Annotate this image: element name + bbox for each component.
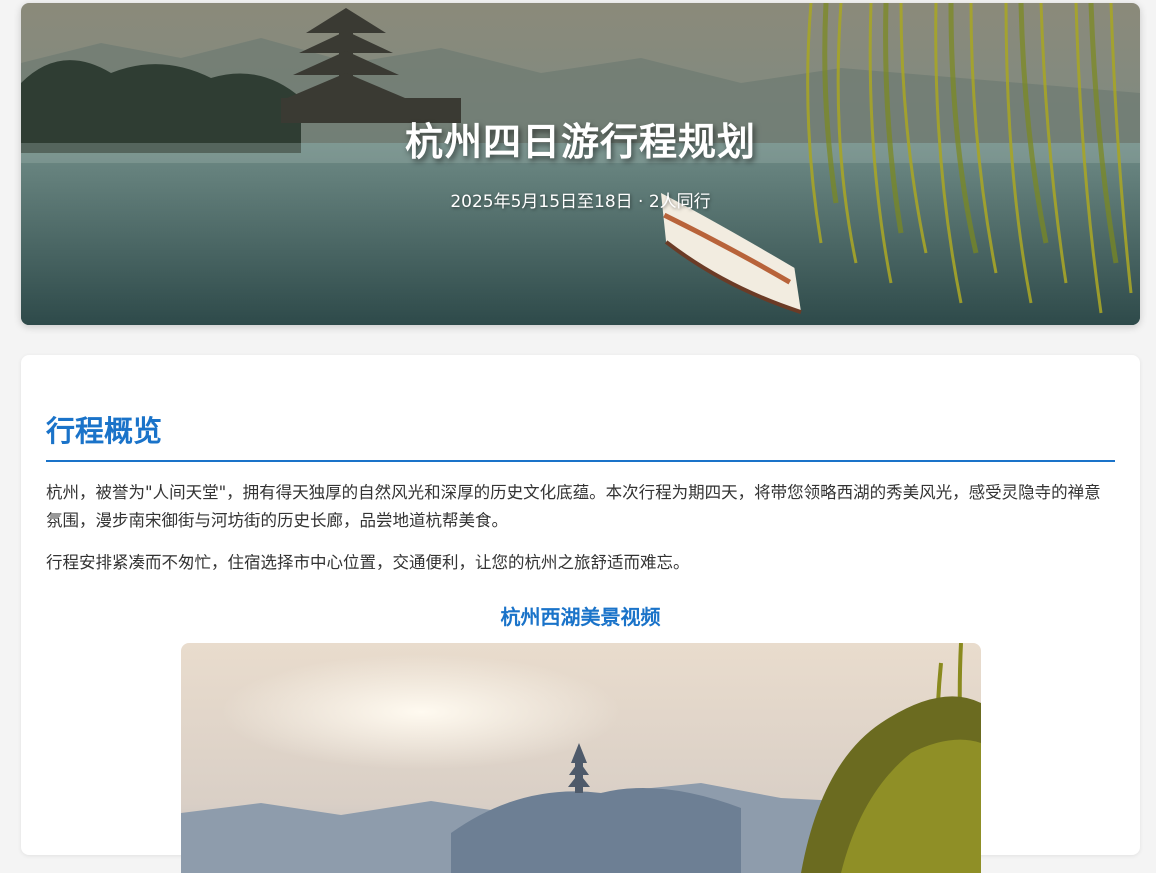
west-lake-video-player[interactable] xyxy=(181,643,981,873)
trip-dates-subtitle: 2025年5月15日至18日 · 2人同行 xyxy=(450,192,711,212)
overview-paragraph-2: 行程安排紧凑而不匆忙，住宿选择市中心位置，交通便利，让您的杭州之旅舒适而难忘。 xyxy=(46,553,690,572)
overview-heading: 行程概览 xyxy=(46,414,163,448)
hero-banner: 杭州四日游行程规划 2025年5月15日至18日 · 2人同行 xyxy=(21,3,1140,325)
video-title: 杭州西湖美景视频 xyxy=(500,605,661,629)
video-thumbnail-image xyxy=(181,643,981,873)
page-title: 杭州四日游行程规划 xyxy=(404,120,756,164)
overview-paragraph-1: 杭州，被誉为"人间天堂"，拥有得天独厚的自然风光和深厚的历史文化底蕴。本次行程为… xyxy=(46,483,1101,530)
heading-divider xyxy=(46,460,1115,462)
overview-card: 行程概览 杭州，被誉为"人间天堂"，拥有得天独厚的自然风光和深厚的历史文化底蕴。… xyxy=(21,355,1140,873)
